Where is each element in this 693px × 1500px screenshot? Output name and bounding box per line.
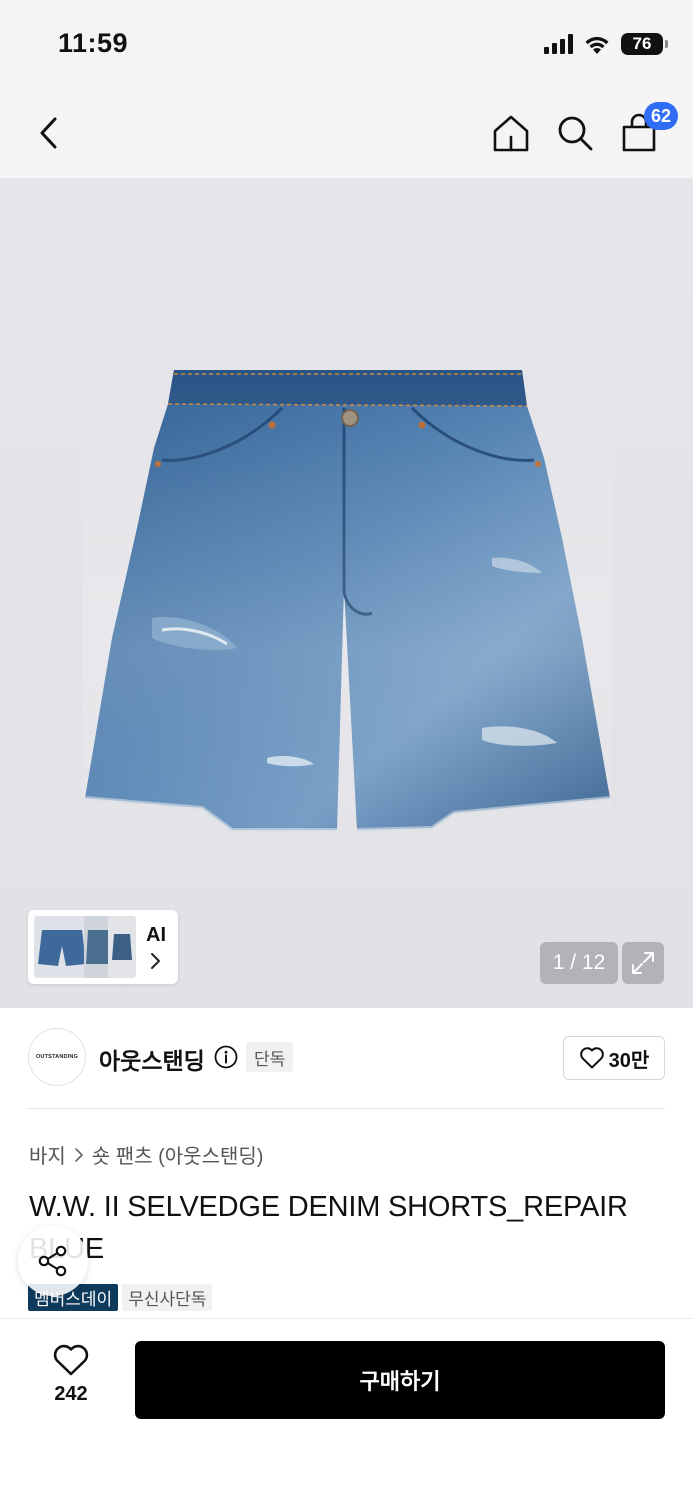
thumbnail-image[interactable] [34,916,90,978]
battery-icon: 76 [621,33,668,55]
cart-count-badge: 62 [644,102,678,130]
share-button[interactable] [18,1226,88,1296]
ai-thumbnail-strip[interactable]: AI [28,910,178,984]
brand-name[interactable]: 아웃스탠딩 [99,1042,205,1076]
expand-image-button[interactable] [622,942,664,984]
breadcrumb: 바지 숏 팬츠 (아웃스탠딩) [29,1140,263,1169]
brand-like-count: 30만 [608,1049,650,1072]
product-image-denim-shorts [82,368,612,838]
status-icons: 76 [544,30,668,58]
status-bar: 11:59 76 [0,0,693,88]
battery-level: 76 [632,34,652,53]
buy-button[interactable]: 구매하기 [135,1341,665,1419]
ai-label: AI [146,924,166,946]
product-image-gallery[interactable]: AI 1 / 12 [0,178,693,1008]
search-button[interactable] [552,110,598,156]
wishlist-count: 242 [54,1383,88,1405]
badge-musinsa-exclusive: 무신사단독 [122,1284,213,1311]
chevron-right-icon [75,1147,83,1162]
thumbnail-image[interactable] [108,916,136,978]
cellular-signal-icon [544,34,573,54]
home-icon [493,115,529,152]
bottom-action-bar: 242 구매하기 [0,1318,693,1500]
brand-logo-text: OUTSTANDING [35,1054,79,1060]
home-button[interactable] [488,110,534,156]
search-icon [558,116,593,151]
status-time: 11:59 [58,28,129,58]
heart-icon [53,1344,89,1376]
product-title: W.W. II SELVEDGE DENIM SHORTS_REPAIR BLU… [29,1191,628,1265]
back-button[interactable] [26,110,72,156]
navigation-bar: 62 [0,88,693,178]
divider [28,1108,665,1109]
expand-icon [632,952,654,974]
wifi-icon [585,36,609,54]
brand-like-button[interactable]: 30만 [563,1036,665,1080]
share-icon [38,1245,67,1277]
image-counter: 1 / 12 [540,942,618,984]
heart-icon [579,1047,604,1069]
chevron-right-icon [151,953,160,969]
brand-row: OUTSTANDING 아웃스탠딩 단독 30만 [0,1008,693,1108]
info-icon[interactable] [214,1045,238,1069]
brand-logo[interactable]: OUTSTANDING [28,1028,86,1086]
breadcrumb-category[interactable]: 바지 [29,1140,66,1169]
cart-button[interactable]: 62 [616,102,678,156]
chevron-left-icon [40,117,57,149]
exclusive-tag: 단독 [246,1042,294,1072]
wishlist-button[interactable]: 242 [36,1343,106,1423]
breadcrumb-subcategory[interactable]: 숏 팬츠 (아웃스탠딩) [92,1140,264,1169]
